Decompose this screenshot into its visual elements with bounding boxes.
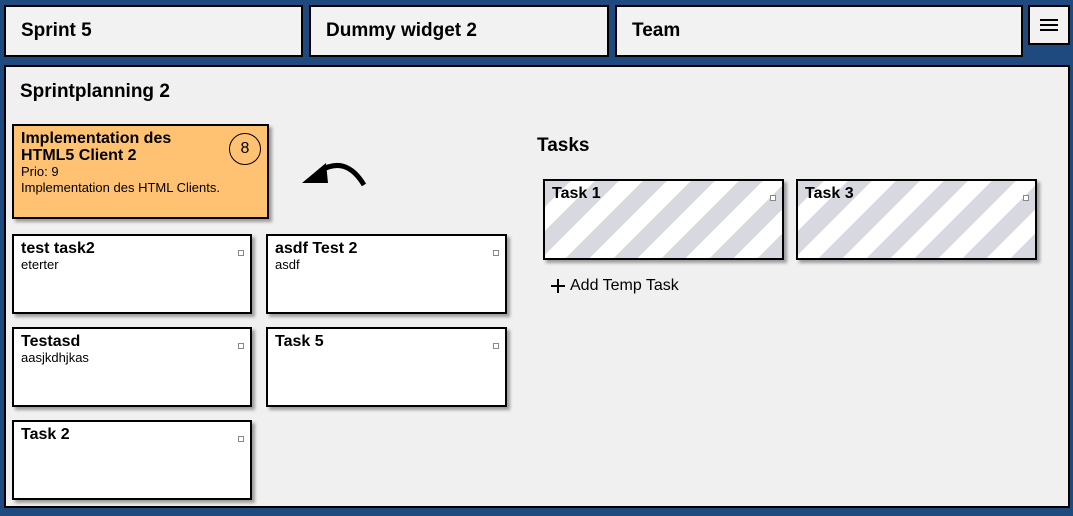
tasks-heading: Tasks [537,135,590,156]
story-title: Implementation des HTML5 Client 2 [21,130,172,164]
story-card[interactable]: Testasd aasjkdhjkas [12,327,252,407]
story-title: Testasd [21,333,81,350]
story-card[interactable]: asdf Test 2 asdf [266,234,507,314]
estimate-badge: 8 [229,133,261,165]
story-card[interactable]: Task 5 [266,327,507,407]
menu-button[interactable] [1028,5,1070,45]
tab-label: Team [632,20,681,41]
plus-icon [551,279,565,293]
tab-label: Sprint 5 [21,20,92,41]
undo-button[interactable] [298,157,367,194]
tab-sprint[interactable]: Sprint 5 [4,5,303,57]
tab-dummy-widget[interactable]: Dummy widget 2 [309,5,609,57]
undo-arrow-icon [302,162,367,187]
resize-handle-icon [493,250,499,256]
task-title: Task 1 [552,185,601,202]
sprintplanning-panel: Sprintplanning 2 Implementation des HTML… [4,65,1070,508]
story-title: test task2 [21,240,95,257]
add-temp-task-label: Add Temp Task [570,277,679,294]
story-description: aasjkdhjkas [21,350,89,365]
task-title: Task 3 [805,185,854,202]
panel-title: Sprintplanning 2 [20,81,170,102]
resize-handle-icon [770,195,776,201]
task-card[interactable]: Task 1 [543,179,784,260]
resize-handle-icon [1023,195,1029,201]
story-description: Implementation des HTML Clients. [21,180,220,195]
story-card[interactable]: Task 2 [12,420,252,500]
selected-story-card[interactable]: Implementation des HTML5 Client 2 Prio: … [12,124,269,219]
add-temp-task-button[interactable]: Add Temp Task [550,277,679,295]
story-title: Task 5 [275,333,324,350]
story-description: asdf [275,257,300,272]
resize-handle-icon [493,343,499,349]
story-prio: Prio: 9 [21,164,59,179]
story-card[interactable]: test task2 eterter [12,234,252,314]
story-title: asdf Test 2 [275,240,358,257]
hamburger-menu-icon [1040,19,1058,31]
story-description: eterter [21,257,59,272]
resize-handle-icon [238,436,244,442]
resize-handle-icon [238,250,244,256]
task-card[interactable]: Task 3 [796,179,1037,260]
story-title: Task 2 [21,426,70,443]
resize-handle-icon [238,343,244,349]
tab-team[interactable]: Team [615,5,1023,57]
tab-label: Dummy widget 2 [326,20,477,41]
